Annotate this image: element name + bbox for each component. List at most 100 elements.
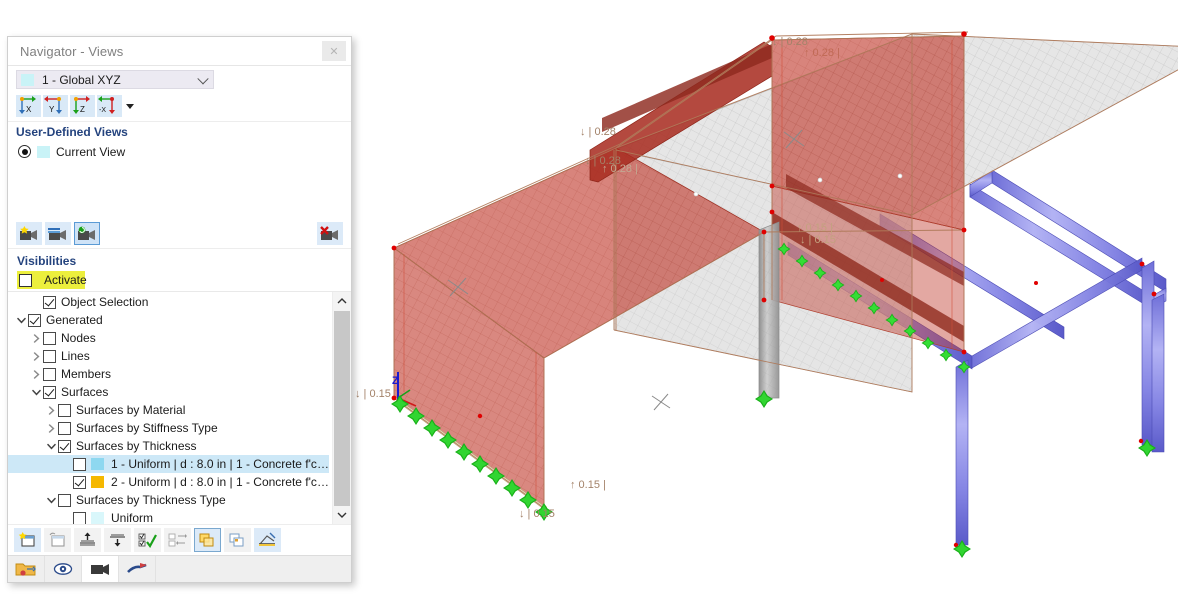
chevron-down-icon[interactable] bbox=[29, 383, 43, 401]
load-label: ↓ | 0.15 bbox=[355, 388, 391, 400]
tree-item-label: 1 - Uniform | d : 8.0 in | 1 - Concrete … bbox=[111, 457, 329, 471]
model-3d-view[interactable]: Z bbox=[352, 0, 1178, 599]
tree-item-checkbox[interactable] bbox=[58, 440, 71, 453]
load-label: ↑ 0.28 | bbox=[602, 163, 638, 175]
tree-item-label: Surfaces by Thickness Type bbox=[76, 493, 226, 507]
application-window: Z bbox=[0, 0, 1178, 599]
tree-item[interactable]: Surfaces by Material bbox=[8, 401, 329, 419]
tab-views-navigator[interactable] bbox=[82, 556, 119, 582]
chevron-right-icon[interactable] bbox=[44, 419, 58, 437]
user-defined-view-label: Current View bbox=[56, 145, 125, 159]
tree-item[interactable]: Lines bbox=[8, 347, 329, 365]
tab-display-navigator[interactable] bbox=[45, 556, 82, 582]
new-view-button[interactable] bbox=[16, 222, 42, 245]
view-in-y-direction-button[interactable]: Y bbox=[43, 95, 68, 117]
chevron-down-icon[interactable] bbox=[44, 491, 58, 509]
tree-item-color-swatch bbox=[91, 458, 104, 470]
hide-all-button[interactable] bbox=[104, 528, 131, 552]
chevron-right-icon[interactable] bbox=[29, 365, 43, 383]
tree-item-checkbox[interactable] bbox=[43, 296, 56, 309]
axis-view-toolbar: X Y Z bbox=[8, 91, 351, 122]
close-icon[interactable]: ✕ bbox=[322, 41, 346, 61]
delete-view-button[interactable] bbox=[317, 222, 343, 245]
svg-text:Y: Y bbox=[49, 105, 55, 114]
tree-spacer bbox=[59, 455, 73, 473]
chevron-right-icon[interactable] bbox=[44, 401, 58, 419]
scroll-up-button[interactable] bbox=[333, 292, 351, 310]
invert-selection-button[interactable] bbox=[164, 528, 191, 552]
tree-item-checkbox[interactable] bbox=[73, 458, 86, 471]
tree-item-checkbox[interactable] bbox=[58, 404, 71, 417]
tree-item-checkbox[interactable] bbox=[43, 350, 56, 363]
tab-project-navigator[interactable] bbox=[8, 556, 45, 582]
chevron-down-icon[interactable] bbox=[14, 311, 28, 329]
tree-item-label: 2 - Uniform | d : 8.0 in | 1 - Concrete … bbox=[111, 475, 329, 489]
tree-item[interactable]: 1 - Uniform | d : 8.0 in | 1 - Concrete … bbox=[8, 455, 329, 473]
activate-visibility-row[interactable]: Activate bbox=[17, 271, 85, 289]
tree-item-checkbox[interactable] bbox=[73, 512, 86, 525]
activate-checkbox[interactable] bbox=[19, 274, 32, 287]
tree-item-checkbox[interactable] bbox=[73, 476, 86, 489]
chevron-right-icon[interactable] bbox=[29, 347, 43, 365]
tree-item-checkbox[interactable] bbox=[43, 368, 56, 381]
show-all-button[interactable] bbox=[74, 528, 101, 552]
clip-mode-button[interactable] bbox=[224, 528, 251, 552]
tree-item-label: Members bbox=[61, 367, 111, 381]
tree-item-checkbox[interactable] bbox=[43, 332, 56, 345]
view-select[interactable]: 1 - Global XYZ bbox=[16, 70, 214, 89]
tree-item[interactable]: Nodes bbox=[8, 329, 329, 347]
chevron-right-icon[interactable] bbox=[29, 329, 43, 347]
view-settings-button[interactable] bbox=[254, 528, 281, 552]
chevron-down-icon[interactable] bbox=[44, 437, 58, 455]
view-in-negative-x-direction-button[interactable]: -X bbox=[97, 95, 122, 117]
view-in-x-direction-button[interactable]: X bbox=[16, 95, 41, 117]
visibilities-bottom-toolbar bbox=[8, 524, 351, 555]
tree-item[interactable]: Surfaces by Thickness bbox=[8, 437, 329, 455]
tree-item-checkbox[interactable] bbox=[58, 422, 71, 435]
tree-item-label: Object Selection bbox=[61, 295, 148, 309]
refresh-view-button[interactable] bbox=[74, 222, 100, 245]
view-in-z-direction-button[interactable]: Z bbox=[70, 95, 95, 117]
model-canvas[interactable]: Z bbox=[352, 0, 1178, 599]
load-label: ↑ 0.15 | bbox=[797, 222, 833, 234]
select-all-checkboxes-button[interactable] bbox=[134, 528, 161, 552]
axis-views-dropdown-caret[interactable] bbox=[124, 96, 136, 116]
view-select-value: 1 - Global XYZ bbox=[42, 73, 121, 87]
tree-spacer bbox=[59, 509, 73, 524]
load-label: ↑ 0.15 | bbox=[570, 479, 606, 491]
user-defined-view-item[interactable]: Current View bbox=[8, 141, 351, 163]
scrollbar-thumb[interactable] bbox=[334, 311, 350, 516]
svg-text:Z: Z bbox=[392, 375, 399, 387]
red-surfaces bbox=[394, 36, 964, 512]
tree-item[interactable]: Surfaces by Thickness Type bbox=[8, 491, 329, 509]
svg-text:-X: -X bbox=[99, 107, 106, 114]
tab-results-navigator[interactable] bbox=[119, 556, 156, 582]
visibilities-tree[interactable]: Object Selection Generated NodesLines Membe… bbox=[8, 292, 329, 524]
tree-item[interactable]: Generated bbox=[8, 311, 329, 329]
nodal-support-symbols bbox=[755, 390, 1156, 558]
save-view-button[interactable] bbox=[45, 222, 71, 245]
tree-item-label: Surfaces by Thickness bbox=[76, 439, 197, 453]
tree-item-color-swatch bbox=[91, 512, 104, 524]
tree-item[interactable]: 2 - Uniform | d : 8.0 in | 1 - Concrete … bbox=[8, 473, 329, 491]
new-visibility-button[interactable] bbox=[14, 528, 41, 552]
view-color-swatch bbox=[37, 146, 50, 158]
tree-item-checkbox[interactable] bbox=[28, 314, 41, 327]
tree-spacer bbox=[59, 473, 73, 491]
tree-item-color-swatch bbox=[91, 476, 104, 488]
radio-selected-icon[interactable] bbox=[18, 145, 31, 158]
tree-item[interactable]: Surfaces bbox=[8, 383, 329, 401]
tree-item[interactable]: Surfaces by Stiffness Type bbox=[8, 419, 329, 437]
display-mode-button[interactable] bbox=[194, 528, 221, 552]
tree-item-label: Surfaces by Material bbox=[76, 403, 185, 417]
navigator-tabbar bbox=[8, 555, 351, 582]
scroll-down-button[interactable] bbox=[333, 506, 351, 524]
tree-item[interactable]: Object Selection bbox=[8, 293, 329, 311]
tree-vertical-scrollbar[interactable] bbox=[332, 292, 351, 524]
tree-item[interactable]: Members bbox=[8, 365, 329, 383]
tree-item-checkbox[interactable] bbox=[43, 386, 56, 399]
tree-item-checkbox[interactable] bbox=[58, 494, 71, 507]
edit-visibility-button[interactable] bbox=[44, 528, 71, 552]
tree-item-label: Generated bbox=[46, 313, 103, 327]
tree-item[interactable]: Uniform bbox=[8, 509, 329, 524]
